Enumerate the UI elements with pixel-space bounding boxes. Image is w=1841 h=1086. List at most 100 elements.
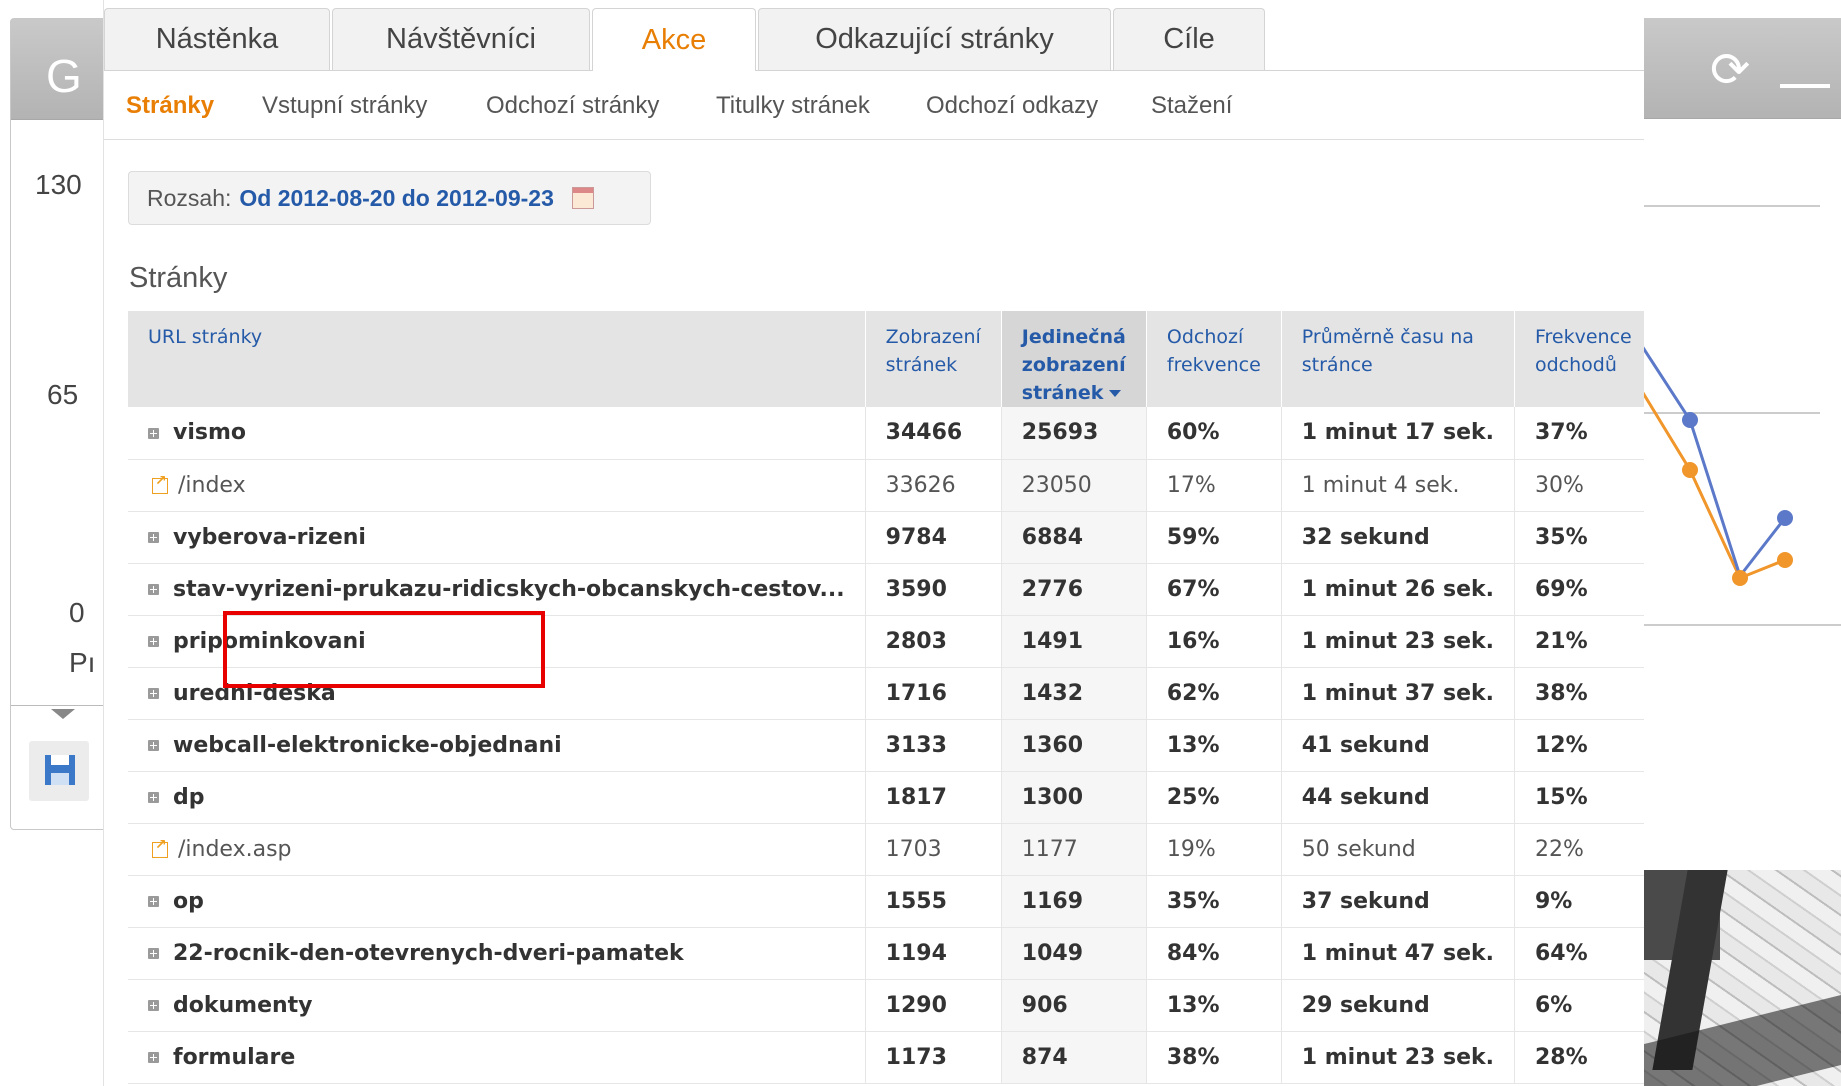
line-chart-fragment (1640, 205, 1841, 626)
cell-avg-time-text: 50 sekund (1301, 836, 1416, 862)
cell-bounce-text: 60% (1166, 420, 1220, 446)
cell-avg-time-text: 1 minut 4 sek. (1301, 472, 1460, 498)
column-header-views[interactable]: Zobrazení stránek (865, 311, 1002, 407)
expand-icon[interactable] (148, 584, 159, 595)
cell-url[interactable]: webcall-elektronicke-objednani (128, 719, 866, 772)
expand-icon[interactable] (148, 532, 159, 543)
cell-url[interactable]: dp (128, 771, 866, 824)
expand-icon[interactable] (148, 792, 159, 803)
expand-icon[interactable] (148, 1052, 159, 1063)
cell-views-text: 1703 (885, 836, 942, 862)
cell-unique-views: 1169 (1001, 875, 1147, 928)
calendar-icon[interactable] (571, 187, 594, 209)
cell-url-text: vyberova-rizeni (173, 524, 366, 550)
analytics-panel: Nástěnka Návštěvníci Akce Odkazující str… (103, 0, 1644, 1086)
cell-views-text: 1716 (885, 680, 947, 706)
column-header-avg-time[interactable]: Průměrně času na stránce (1281, 311, 1515, 407)
expand-icon[interactable] (148, 1000, 159, 1011)
cell-avg-time-text: 41 sekund (1301, 732, 1430, 758)
cell-unique-views: 25693 (1001, 407, 1147, 460)
cell-views: 3590 (865, 563, 1002, 616)
expand-icon[interactable] (148, 636, 159, 647)
refresh-icon[interactable]: ⟳ (1710, 42, 1750, 98)
cell-url[interactable]: /index (128, 459, 866, 512)
cell-unique-views-text: 1360 (1021, 732, 1084, 758)
cell-exit-text: 6% (1534, 992, 1573, 1018)
cell-avg-time: 1 minut 26 sek. (1281, 563, 1515, 616)
data-point (1682, 412, 1698, 428)
table-row[interactable]: webcall-elektronicke-objednani 3133 1360 13… (128, 719, 1644, 772)
cell-url[interactable]: vismo (128, 407, 866, 460)
save-icon[interactable] (29, 741, 89, 801)
subnav-titulky-stranek[interactable]: Titulky stránek (716, 92, 870, 120)
cell-exit: 22% (1514, 823, 1644, 876)
table-row[interactable]: stav-vyrizeni-prukazu-ridicskych-obcansk… (128, 563, 1644, 616)
column-header-exit[interactable]: Frekvence odchodů (1514, 311, 1644, 407)
table-row[interactable]: 22-rocnik-den-otevrenych-dveri-pamatek 11… (128, 927, 1644, 980)
cell-url[interactable]: stav-vyrizeni-prukazu-ridicskych-obcansk… (128, 563, 866, 616)
table-row[interactable]: dokumenty 1290 906 13% 29 sekund 6% (128, 979, 1644, 1032)
cell-views-text: 33626 (885, 472, 956, 498)
cell-exit: 38% (1514, 667, 1644, 720)
table-row[interactable]: /index.asp 1703 1177 19% 50 sekund 22% (128, 823, 1644, 876)
table-row[interactable]: /index 33626 23050 17% 1 minut 4 sek. 30% (128, 459, 1644, 512)
cell-url[interactable]: vyberova-rizeni (128, 511, 866, 564)
cell-exit: 69% (1514, 563, 1644, 616)
subnav-odchozi-stranky[interactable]: Odchozí stránky (486, 92, 659, 120)
cell-bounce-text: 17% (1166, 472, 1216, 498)
date-range-value[interactable]: Od 2012-08-20 do 2012-09-23 (239, 185, 554, 212)
cell-unique-views: 23050 (1001, 459, 1147, 512)
data-point (1682, 462, 1698, 478)
cell-avg-time: 41 sekund (1281, 719, 1515, 772)
cell-avg-time-text: 1 minut 23 sek. (1301, 628, 1494, 654)
column-header-url[interactable]: URL stránky (128, 311, 866, 407)
subnav-odchozi-odkazy[interactable]: Odchozí odkazy (926, 92, 1098, 120)
subnav-stranky[interactable]: Stránky (126, 92, 214, 120)
cell-exit-text: 69% (1534, 576, 1588, 602)
table-row[interactable]: formulare 1173 874 38% 1 minut 23 sek. 28% (128, 1031, 1644, 1084)
cell-url[interactable]: dokumenty (128, 979, 866, 1032)
cell-views: 1173 (865, 1031, 1002, 1084)
data-point (1732, 570, 1748, 586)
expand-icon[interactable] (148, 688, 159, 699)
cell-bounce-text: 25% (1166, 784, 1220, 810)
date-range-label: Rozsah: (147, 184, 232, 211)
table-row[interactable]: vismo 34466 25693 60% 1 minut 17 sek. 37% (128, 407, 1644, 460)
tab-navstevnici[interactable]: Návštěvníci (332, 8, 590, 70)
cell-url[interactable]: /index.asp (128, 823, 866, 876)
cell-bounce: 59% (1146, 511, 1282, 564)
collapse-arrow-icon[interactable] (51, 709, 75, 719)
cell-url[interactable]: formulare (128, 1031, 866, 1084)
column-header-bounce[interactable]: Odchozí frekvence (1146, 311, 1282, 407)
y-axis-label: 130 (35, 169, 82, 200)
table-row[interactable]: dp 1817 1300 25% 44 sekund 15% (128, 771, 1644, 824)
table-row[interactable]: op 1555 1169 35% 37 sekund 9% (128, 875, 1644, 928)
cell-url[interactable]: 22-rocnik-den-otevrenych-dveri-pamatek (128, 927, 866, 980)
expand-icon[interactable] (148, 740, 159, 751)
expand-icon[interactable] (148, 896, 159, 907)
column-header-unique-views[interactable]: Jedinečná zobrazení stránek (1001, 311, 1147, 407)
minimize-icon[interactable] (1780, 84, 1830, 88)
cell-bounce: 25% (1146, 771, 1282, 824)
table-row[interactable]: vyberova-rizeni 9784 6884 59% 32 sekund 35% (128, 511, 1644, 564)
tab-nastenka[interactable]: Nástěnka (104, 8, 330, 70)
tab-cile[interactable]: Cíle (1113, 8, 1265, 70)
cell-url-text: vismo (173, 420, 247, 446)
cell-bounce: 60% (1146, 407, 1282, 460)
expand-icon[interactable] (148, 427, 159, 439)
cell-exit-text: 64% (1534, 940, 1588, 966)
cell-url[interactable]: op (128, 875, 866, 928)
date-range-picker[interactable]: Rozsah: Od 2012-08-20 do 2012-09-23 (128, 171, 651, 225)
expand-icon[interactable] (148, 948, 159, 959)
external-link-icon[interactable] (152, 473, 168, 494)
cell-avg-time-text: 1 minut 17 sek. (1301, 420, 1494, 446)
tab-akce[interactable]: Akce (592, 8, 756, 71)
subnav-vstupni-stranky[interactable]: Vstupní stránky (262, 92, 427, 120)
cell-exit: 28% (1514, 1031, 1644, 1084)
cell-bounce-text: 19% (1166, 836, 1216, 862)
cell-unique-views-text: 23050 (1021, 472, 1092, 498)
external-link-icon[interactable] (152, 837, 168, 858)
cell-exit: 21% (1514, 615, 1644, 668)
tab-odkazujici-stranky[interactable]: Odkazující stránky (758, 8, 1111, 70)
subnav-stazeni[interactable]: Stažení (1151, 92, 1232, 120)
